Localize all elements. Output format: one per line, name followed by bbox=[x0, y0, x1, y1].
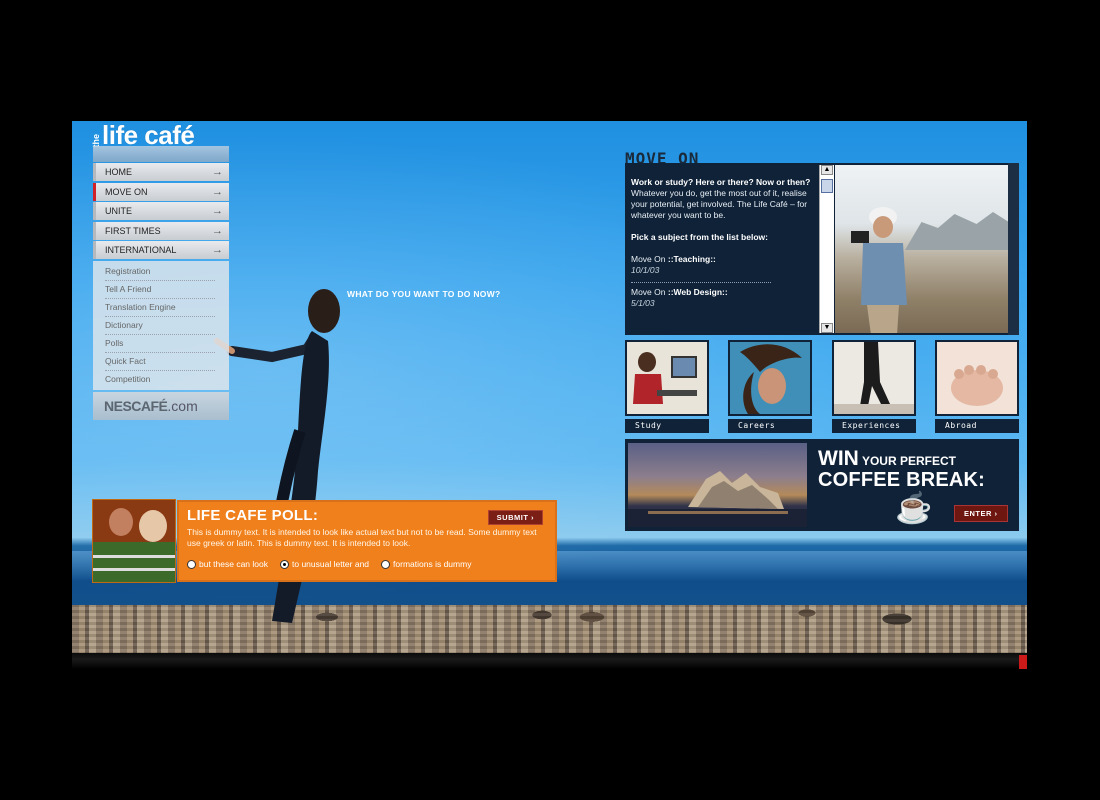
category-thumbnails: Study Careers Experiences Abroad bbox=[625, 340, 1019, 436]
promo-headline: WIN YOUR PERFECT bbox=[818, 447, 956, 470]
category-careers[interactable]: Careers bbox=[728, 340, 812, 433]
category-study[interactable]: Study bbox=[625, 340, 709, 433]
move-on-entry-web-design[interactable]: Move On ::Web Design:: bbox=[631, 287, 811, 298]
arrow-right-icon: → bbox=[212, 185, 223, 198]
museum-photo bbox=[628, 443, 807, 527]
hero-background: the life café HOME → MOVE ON → UNITE → FIRS… bbox=[72, 121, 1027, 669]
sub-nav: Registration Tell A Friend Translation E… bbox=[93, 260, 229, 390]
sub-nav-tell-a-friend[interactable]: Tell A Friend bbox=[105, 281, 215, 299]
move-on-scrollbar[interactable]: ▲ ▼ bbox=[819, 165, 834, 333]
poll-option[interactable]: formations is dummy bbox=[381, 559, 471, 569]
radio-button[interactable] bbox=[280, 559, 289, 569]
poll-panel: LIFE CAFE POLL: This is dummy text. It i… bbox=[93, 500, 557, 582]
scroll-thumb[interactable] bbox=[821, 179, 833, 193]
sub-nav-translation-engine[interactable]: Translation Engine bbox=[105, 299, 215, 317]
category-abroad[interactable]: Abroad bbox=[935, 340, 1019, 433]
arrow-right-icon: → bbox=[212, 224, 223, 237]
sub-nav-dictionary[interactable]: Dictionary bbox=[105, 317, 215, 335]
move-on-text: Work or study? Here or there? Now or the… bbox=[631, 177, 811, 308]
move-on-panel: Work or study? Here or there? Now or the… bbox=[625, 163, 1019, 335]
coffee-break-promo: WIN YOUR PERFECT COFFEE BREAK: ☕ ENTER › bbox=[625, 439, 1019, 531]
move-on-entry-teaching[interactable]: Move On ::Teaching:: bbox=[631, 254, 811, 265]
poll-option[interactable]: to unusual letter and bbox=[280, 559, 369, 569]
nav-item-international[interactable]: INTERNATIONAL → bbox=[93, 241, 229, 259]
photographer-photo bbox=[835, 165, 1008, 333]
radio-button[interactable] bbox=[381, 559, 391, 569]
sub-nav-competition[interactable]: Competition bbox=[105, 371, 215, 388]
sub-nav-quick-fact[interactable]: Quick Fact bbox=[105, 353, 215, 371]
sub-nav-polls[interactable]: Polls bbox=[105, 335, 215, 353]
arrow-right-icon: → bbox=[212, 244, 223, 256]
scroll-down-icon[interactable]: ▼ bbox=[821, 323, 833, 333]
arrow-right-icon: → bbox=[212, 205, 223, 217]
poll-options: but these can look to unusual letter and… bbox=[187, 559, 547, 569]
nescafe-link[interactable]: NESCAFÉ .com bbox=[93, 391, 229, 420]
coffee-cup-icon: ☕ bbox=[895, 492, 933, 525]
nav-item-unite[interactable]: UNITE → bbox=[93, 202, 229, 220]
foosball-photo bbox=[93, 500, 175, 582]
sidebar-nav: HOME → MOVE ON → UNITE → FIRST TIMES → INTER… bbox=[93, 163, 229, 420]
site-logo[interactable]: the life café bbox=[91, 122, 195, 148]
experiences-image bbox=[832, 340, 916, 416]
nav-item-home[interactable]: HOME → bbox=[93, 163, 229, 181]
poll-question: This is dummy text. It is intended to lo… bbox=[187, 527, 537, 548]
hero-tagline: WHAT DO YOU WANT TO DO NOW? bbox=[347, 289, 501, 299]
abroad-image bbox=[935, 340, 1019, 416]
arrow-right-icon: → bbox=[212, 166, 223, 178]
radio-button[interactable] bbox=[187, 559, 196, 569]
scroll-up-icon[interactable]: ▲ bbox=[821, 165, 833, 175]
nav-item-move-on[interactable]: MOVE ON → bbox=[93, 182, 229, 201]
study-image bbox=[625, 340, 709, 416]
sub-nav-registration[interactable]: Registration bbox=[105, 263, 215, 281]
poll-option[interactable]: but these can look bbox=[187, 559, 268, 569]
enter-button[interactable]: ENTER › bbox=[954, 505, 1008, 522]
poll-submit-button[interactable]: SUBMIT › bbox=[487, 510, 543, 525]
promo-subheadline: COFFEE BREAK: bbox=[818, 469, 986, 491]
category-experiences[interactable]: Experiences bbox=[832, 340, 916, 433]
corner-marker bbox=[1019, 655, 1027, 669]
nav-item-first-times[interactable]: FIRST TIMES → bbox=[93, 221, 229, 240]
careers-image bbox=[728, 340, 812, 416]
